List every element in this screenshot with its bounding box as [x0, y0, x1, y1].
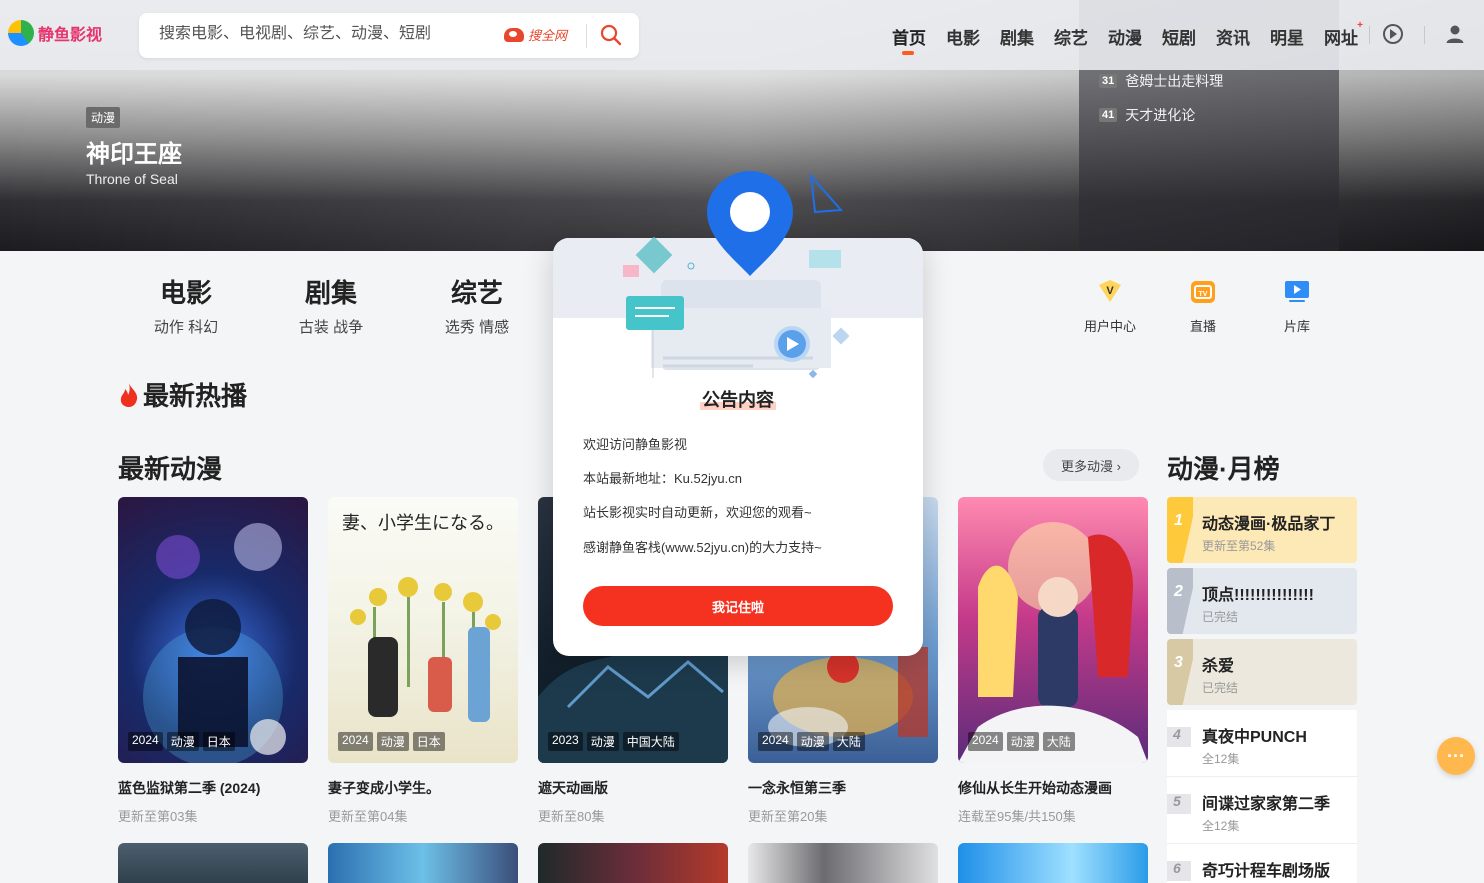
new-dot-icon: + — [1357, 20, 1363, 31]
nav-news[interactable]: 资讯 — [1216, 24, 1250, 49]
rank-item[interactable]: 3 杀爱 已完结 — [1167, 639, 1357, 705]
hot-section-title: 最新热播 — [118, 376, 247, 413]
modal-title: 公告内容 — [700, 390, 776, 410]
rank-item[interactable]: 1 动态漫画·极品家丁 更新至第52集 — [1167, 497, 1357, 563]
nav-stars[interactable]: 明星 — [1270, 24, 1304, 49]
card-status: 更新至第20集 — [748, 809, 828, 824]
card-tags: 2024 动漫 日本 — [128, 732, 239, 751]
category-variety[interactable]: 综艺 选秀 情感 — [427, 273, 527, 337]
hero-subtitle: Throne of Seal — [86, 171, 178, 187]
nav-variety[interactable]: 综艺 — [1054, 24, 1088, 49]
card-title[interactable]: 蓝色监狱第二季 (2024) — [118, 778, 308, 798]
rank-badge — [1167, 568, 1193, 634]
svg-text:妻、小学生になる。: 妻、小学生になる。 — [342, 513, 504, 534]
card-title[interactable]: 遮天动画版 — [538, 778, 728, 798]
modal-confirm-button[interactable]: 我记住啦 — [583, 586, 893, 626]
rank-badge — [1167, 497, 1193, 563]
nav-home[interactable]: 首页 — [892, 24, 926, 55]
nav-anime[interactable]: 动漫 — [1108, 24, 1142, 49]
modal-line: 本站最新地址：Ku.52jyu.cn — [583, 471, 742, 486]
card-title[interactable]: 一念永恒第三季 — [748, 778, 938, 798]
announcement-illustration — [623, 171, 850, 378]
quick-library[interactable]: 片库 — [1262, 277, 1332, 335]
logo-icon — [8, 20, 34, 46]
category-movie[interactable]: 电影 动作 科幻 — [136, 273, 236, 337]
modal-line: 感谢静鱼客栈(www.52jyu.cn)的大力支持~ — [583, 540, 822, 555]
history-play-icon[interactable] — [1383, 24, 1403, 44]
more-anime-button[interactable]: 更多动漫 › — [1043, 449, 1139, 481]
anime-card[interactable]: 妻、小学生になる。 2024 动漫 日本 妻子变成小学生。 更新至第04集 — [328, 497, 518, 825]
poster-image[interactable] — [538, 843, 728, 883]
monthly-chart-list: 1 动态漫画·极品家丁 更新至第52集 2 顶点!!!!!!!!!!!!!!! … — [1167, 497, 1357, 883]
hero-rank-item[interactable]: 31 爸姆士出走料理 — [1099, 71, 1223, 91]
poster-image[interactable] — [328, 843, 518, 883]
quick-user-center[interactable]: V 用户中心 — [1075, 277, 1145, 335]
flame-icon — [120, 382, 138, 407]
card-title[interactable]: 修仙从长生开始动态漫画 — [958, 778, 1148, 798]
rank-badge — [1167, 639, 1193, 705]
svg-text:V: V — [1106, 285, 1114, 297]
card-tags: 2023 动漫 中国大陆 — [548, 732, 683, 751]
modal-line: 欢迎访问静鱼影视 — [583, 437, 688, 452]
poster-image[interactable] — [118, 843, 308, 883]
quick-live[interactable]: TV 直播 — [1168, 277, 1238, 335]
modal-line: 站长影视实时自动更新，欢迎您的观看~ — [583, 505, 812, 520]
search-icon[interactable] — [599, 23, 623, 47]
ellipsis-icon: ··· — [1447, 745, 1465, 766]
anime-section-title: 最新动漫 — [118, 454, 223, 484]
rank-item[interactable]: 6 奇巧计程车剧场版 — [1167, 844, 1357, 883]
anime-card[interactable]: 2024 动漫 大陆 修仙从长生开始动态漫画 连载至95集/共150集 — [958, 497, 1148, 825]
monthly-chart-title: 动漫·月榜 — [1167, 454, 1280, 484]
site-logo[interactable]: 静鱼影视 — [8, 20, 102, 46]
card-title[interactable]: 妻子变成小学生。 — [328, 778, 518, 798]
vip-icon: V — [1099, 280, 1121, 302]
card-tags: 2024 动漫 日本 — [338, 732, 449, 751]
main-nav: 首页 电影 剧集 综艺 动漫 短剧 资讯 明星 网址 + — [892, 20, 1378, 55]
rank-item[interactable]: 5 间谍过家家第二季 全12集 — [1167, 777, 1357, 844]
card-tags: 2024 动漫 大陆 — [758, 732, 869, 751]
poster-image[interactable]: 2024 动漫 日本 — [118, 497, 308, 763]
search-engine-selector[interactable]: 搜全网 — [504, 25, 567, 44]
user-icon[interactable] — [1445, 24, 1465, 44]
tv-icon: TV — [1191, 281, 1215, 303]
card-status: 更新至第04集 — [328, 809, 408, 824]
hero-title[interactable]: 神印王座 — [86, 134, 182, 169]
search-input[interactable] — [159, 25, 489, 43]
category-series[interactable]: 剧集 古装 战争 — [281, 273, 381, 337]
svg-text:TV: TV — [1199, 291, 1208, 298]
nav-urls[interactable]: 网址 + — [1324, 20, 1363, 49]
search-box: 搜全网 — [139, 13, 639, 58]
rank-item[interactable]: 4 真夜中PUNCH 全12集 — [1167, 710, 1357, 777]
more-options-float-button[interactable]: ··· — [1437, 737, 1475, 775]
poster-image[interactable] — [748, 843, 938, 883]
card-status: 连载至95集/共150集 — [958, 809, 1076, 824]
cloud-icon — [504, 27, 524, 42]
hero-tag: 动漫 — [86, 107, 121, 128]
top-navbar: 静鱼影视 搜全网 首页 电影 剧集 综艺 动漫 短剧 资讯 明星 网址+ — [0, 0, 1484, 70]
nav-movie[interactable]: 电影 — [946, 24, 980, 49]
poster-image[interactable]: 2024 动漫 大陆 — [958, 497, 1148, 763]
announcement-modal: 公告内容 欢迎访问静鱼影视 本站最新地址：Ku.52jyu.cn 站长影视实时自… — [553, 171, 923, 656]
card-tags: 2024 动漫 大陆 — [968, 732, 1079, 751]
card-status: 更新至第03集 — [118, 809, 198, 824]
hero-rank-item[interactable]: 41 天才进化论 — [1099, 105, 1195, 125]
poster-image[interactable] — [958, 843, 1148, 883]
video-screen-icon — [1285, 281, 1309, 302]
rank-item[interactable]: 2 顶点!!!!!!!!!!!!!!! 已完结 — [1167, 568, 1357, 634]
card-status: 更新至80集 — [538, 809, 605, 824]
poster-image[interactable]: 妻、小学生になる。 2024 动漫 日本 — [328, 497, 518, 763]
anime-card[interactable]: 2024 动漫 日本 蓝色监狱第二季 (2024) 更新至第03集 — [118, 497, 308, 825]
nav-short[interactable]: 短剧 — [1162, 24, 1196, 49]
nav-series[interactable]: 剧集 — [1000, 24, 1034, 49]
